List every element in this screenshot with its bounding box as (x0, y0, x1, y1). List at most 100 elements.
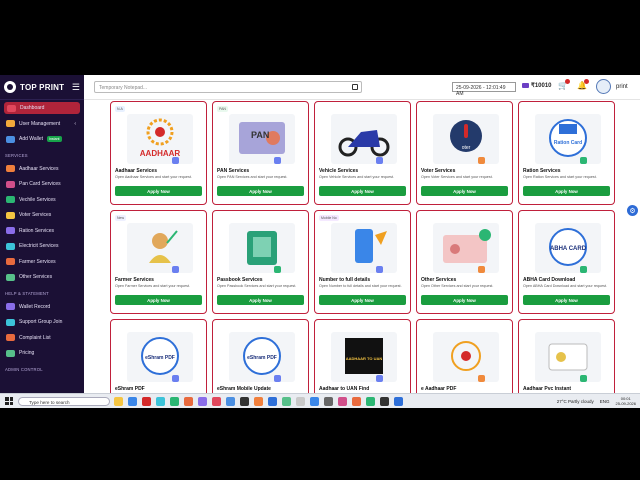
sidebar-item-farmer-services[interactable]: Farmer Services (0, 254, 84, 270)
taskbar-app-icon[interactable] (254, 397, 263, 406)
taskbar-app-icon[interactable] (310, 397, 319, 406)
taskbar-app-icon[interactable] (226, 397, 235, 406)
taskbar-app-icon[interactable] (212, 397, 221, 406)
avatar[interactable] (596, 79, 611, 94)
sidebar-item-pan-card-services[interactable]: Pan Card Services (0, 177, 84, 193)
service-card-farmer-services[interactable]: New Farmer Services Open Farmer Services a… (110, 210, 207, 314)
sidebar-item-icon (6, 120, 15, 128)
sidebar-item-icon (7, 104, 16, 112)
service-card-ration-services[interactable]: Ration Card Ration Services Open Ration Se… (518, 101, 615, 205)
card-title: Aadhaar Services (115, 168, 157, 174)
sidebar-item-complaint-list[interactable]: Complaint List (0, 330, 84, 346)
service-card-vehicle-services[interactable]: Vehicle Services Open Vehicle Services an… (314, 101, 411, 205)
sidebar-item-voter-services[interactable]: Voter Services (0, 208, 84, 224)
sidebar-item-dashboard[interactable]: Dashboard (4, 102, 80, 114)
taskbar-app-icon[interactable] (128, 397, 137, 406)
notification-count-badge (584, 79, 589, 84)
apply-now-button[interactable]: Apply Now (319, 295, 406, 305)
settings-gear-icon[interactable]: ⚙ (627, 205, 638, 216)
sidebar-item-user-management[interactable]: User Management ‹ (0, 116, 84, 132)
apply-now-button[interactable]: Apply Now (115, 295, 202, 305)
apply-now-button[interactable]: Apply Now (217, 186, 304, 196)
service-card-other-services[interactable]: Other Services Open Other Services and st… (416, 210, 513, 314)
taskbar-app-icon[interactable] (282, 397, 291, 406)
taskbar-app-icon[interactable] (338, 397, 347, 406)
apply-now-button[interactable]: Apply Now (421, 186, 508, 196)
card-status-icon (172, 157, 179, 164)
service-card-pan-services[interactable]: PAN PAN PAN Services Open PAN Services and … (212, 101, 309, 205)
card-image (229, 223, 295, 273)
service-card-number-to-full-details[interactable]: Mobile No Number to full details Open Numb… (314, 210, 411, 314)
sidebar-item-support-group-join[interactable]: Support Group Join (0, 315, 84, 331)
bell-icon[interactable]: 🔔 (577, 79, 589, 91)
taskbar-app-icon[interactable] (184, 397, 193, 406)
notepad-input[interactable]: Temporary Notepad... (94, 81, 362, 93)
help-item-icon (6, 318, 15, 326)
apply-now-button[interactable]: Apply Now (115, 186, 202, 196)
sidebar-item-other-services[interactable]: Other Services (0, 270, 84, 286)
sidebar-item-aadhaar-services[interactable]: Aadhaar Services (0, 161, 84, 177)
sidebar-item-wallet-record[interactable]: Wallet Record (0, 299, 84, 315)
taskbar-search-input[interactable]: Type here to search (18, 397, 110, 406)
sidebar-item-label: Complaint List (19, 334, 51, 341)
language-indicator[interactable]: ENG (600, 399, 610, 404)
menu-toggle-icon[interactable]: ☰ (72, 82, 80, 93)
username[interactable]: print (616, 84, 628, 90)
apply-now-button[interactable]: Apply Now (217, 295, 304, 305)
card-icon-text: eShram PDF (247, 355, 277, 361)
sidebar-item-pricing[interactable]: Pricing (0, 346, 84, 362)
sidebar-item-ration-services[interactable]: Ration Services (0, 223, 84, 239)
taskbar-app-icon[interactable] (114, 397, 123, 406)
wallet-balance[interactable]: ₹10010 (522, 82, 552, 89)
service-card-aadhaar-services[interactable]: N.A AADHAAR Aadhaar Services Open Aadhaar S… (110, 101, 207, 205)
card-status-icon (274, 157, 281, 164)
weather-text[interactable]: 27°C Partly cloudy (557, 399, 594, 404)
taskbar-app-icon[interactable] (268, 397, 277, 406)
sidebar-item-vechile-services[interactable]: Vechile Services (0, 192, 84, 208)
sidebar-item-label: Aadhaar Services (19, 165, 59, 172)
taskbar-app-icon[interactable] (380, 397, 389, 406)
apply-now-button[interactable]: Apply Now (523, 295, 610, 305)
cart-icon[interactable]: 🛒 (558, 79, 570, 91)
notepad-icon[interactable] (352, 84, 358, 90)
taskbar-app-icon[interactable] (198, 397, 207, 406)
eshram-icon: eShram PDF (141, 337, 179, 375)
farmer-icon (149, 230, 178, 263)
apply-now-button[interactable]: Apply Now (319, 186, 406, 196)
card-image: oter (433, 114, 499, 164)
apply-now-button[interactable]: Apply Now (523, 186, 610, 196)
sidebar-item-label: Pricing (19, 350, 35, 357)
taskbar-app-icon[interactable] (170, 397, 179, 406)
card-title: eShram PDF (115, 386, 145, 392)
brand[interactable]: TOP PRINT ☰ (0, 75, 84, 100)
taskbar-app-icon[interactable] (352, 397, 361, 406)
windows-start-icon[interactable] (5, 397, 13, 405)
card-image (331, 223, 397, 273)
clock-date: 25-09-2026 (615, 401, 636, 406)
service-card-voter-services[interactable]: oter Voter Services Open Voter Services an… (416, 101, 513, 205)
taskbar-app-icon[interactable] (142, 397, 151, 406)
card-title: Farmer Services (115, 277, 154, 283)
service-card-passbook-services[interactable]: Passbook Services Open Passbook Services … (212, 210, 309, 314)
card-title: e Aadhaar PDF (421, 386, 457, 392)
clock[interactable]: 00:01 25-09-2026 (616, 396, 636, 406)
taskbar-app-icon[interactable] (240, 397, 249, 406)
card-tag: N.A (115, 106, 125, 112)
brand-name: TOP PRINT (20, 82, 65, 92)
brand-logo-icon (4, 81, 16, 93)
apply-now-button[interactable]: Apply Now (421, 295, 508, 305)
taskbar-app-icon[interactable] (324, 397, 333, 406)
sidebar-item-add-wallet[interactable]: Add Wallet Instant (0, 132, 84, 148)
card-icon-text: Ration Card (554, 140, 582, 146)
sidebar-item-electricit-services[interactable]: Electricit Services (0, 239, 84, 255)
taskbar-app-icon[interactable] (366, 397, 375, 406)
ration-card-icon: Ration Card (549, 119, 587, 157)
taskbar-app-icon[interactable] (156, 397, 165, 406)
taskbar-app-icon[interactable] (296, 397, 305, 406)
service-card-abha-card-download[interactable]: ABHA CARD ABHA Card Download Open ABHA Car… (518, 210, 615, 314)
card-status-icon (172, 375, 179, 382)
card-description: Open Number to full details and start yo… (319, 284, 402, 288)
taskbar-app-icon[interactable] (394, 397, 403, 406)
sidebar-item-label: Support Group Join (19, 319, 63, 326)
abha-icon: ABHA CARD (549, 228, 587, 266)
